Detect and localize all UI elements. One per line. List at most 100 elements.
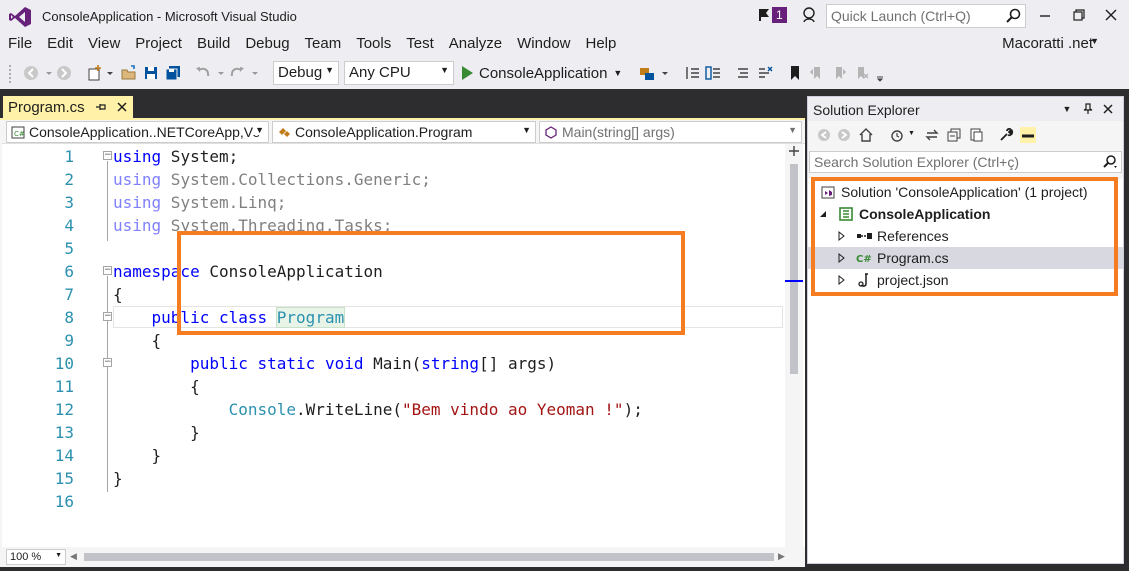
toolbar-options-icon[interactable] xyxy=(872,64,890,82)
navigate-forward-icon[interactable] xyxy=(55,64,73,82)
close-icon[interactable] xyxy=(116,101,128,113)
previous-bookmark-icon[interactable] xyxy=(808,64,826,82)
chevron-down-icon: ▼ xyxy=(55,552,62,559)
pin-icon[interactable] xyxy=(1082,103,1094,115)
feedback-icon[interactable] xyxy=(800,6,818,24)
chevron-down-icon[interactable]: ▼ xyxy=(908,130,915,137)
line-number: 15 xyxy=(54,469,74,488)
step-into-icon[interactable] xyxy=(684,64,702,82)
start-debugging-button[interactable]: ConsoleApplication ▼ xyxy=(462,61,622,85)
split-window-icon[interactable] xyxy=(789,146,799,156)
menu-project[interactable]: Project xyxy=(127,32,189,56)
notifications[interactable]: 1 xyxy=(758,5,787,25)
signed-in-user[interactable]: Macoratti .net xyxy=(1002,32,1093,56)
user-chevron-down-icon[interactable]: ▼ xyxy=(1090,36,1099,46)
code-line[interactable]: 2 using System.Collections.Generic; xyxy=(2,168,782,191)
project-navigation-select[interactable]: C# ConsoleApplication..NETCoreApp,Ve ▼ xyxy=(6,121,269,143)
close-icon[interactable] xyxy=(1100,4,1122,26)
menu-help[interactable]: Help xyxy=(578,32,624,56)
navigate-back-icon[interactable] xyxy=(22,64,40,82)
preview-selected-items-icon[interactable] xyxy=(1020,127,1036,143)
chevron-down-icon[interactable] xyxy=(101,64,119,82)
document-tab-well: Program.cs xyxy=(0,89,805,119)
notification-flag-icon xyxy=(759,9,769,21)
quick-launch-placeholder: Quick Launch (Ctrl+Q) xyxy=(831,8,971,24)
minimize-icon[interactable] xyxy=(1034,4,1056,26)
solution-platform-select[interactable]: Any CPU ▼ xyxy=(344,61,454,85)
chevron-down-icon[interactable] xyxy=(246,64,264,82)
code-line[interactable]: 12 Console.WriteLine("Bem vindo ao Yeoma… xyxy=(2,398,782,421)
line-number: 11 xyxy=(54,377,74,396)
code-text: { xyxy=(113,375,200,398)
comment-lines-icon[interactable] xyxy=(734,64,752,82)
vertical-scrollbar[interactable] xyxy=(785,144,803,547)
code-line[interactable]: 14 } xyxy=(2,444,782,467)
code-line[interactable]: 1 using System; xyxy=(2,145,782,168)
redo-icon[interactable] xyxy=(228,64,246,82)
code-line[interactable]: 16 xyxy=(2,490,782,513)
menu-build[interactable]: Build xyxy=(189,32,237,56)
line-number: 7 xyxy=(64,285,74,304)
menu-file[interactable]: File xyxy=(0,32,39,56)
save-all-icon[interactable] xyxy=(164,64,182,82)
close-icon[interactable] xyxy=(1102,103,1114,115)
save-icon[interactable] xyxy=(142,64,160,82)
zoom-select[interactable]: 100 % ▼ xyxy=(6,549,66,565)
code-line[interactable]: 13 } xyxy=(2,421,782,444)
toggle-breakpoints-icon[interactable] xyxy=(704,64,722,82)
vertical-scroll-thumb[interactable] xyxy=(790,164,798,374)
menu-debug[interactable]: Debug xyxy=(237,32,296,56)
menu-analyze[interactable]: Analyze xyxy=(441,32,509,56)
class-icon xyxy=(279,128,290,137)
member-navigation-select[interactable]: Main(string[] args) ▼ xyxy=(539,121,802,143)
clear-bookmarks-icon[interactable] xyxy=(852,64,870,82)
home-icon[interactable] xyxy=(858,127,874,143)
chevron-down-icon[interactable] xyxy=(656,64,674,82)
tab-program-cs[interactable]: Program.cs xyxy=(3,96,133,119)
code-text-area[interactable]: − − − − 1 using System; 2 using System.Coll… xyxy=(2,144,785,547)
type-navigation-select[interactable]: ConsoleApplication.Program ▼ xyxy=(272,121,536,143)
menu-team[interactable]: Team xyxy=(297,32,349,56)
quick-launch-input[interactable]: Quick Launch (Ctrl+Q) xyxy=(826,4,1026,28)
forward-icon[interactable] xyxy=(836,127,852,143)
code-text: } xyxy=(113,467,123,490)
solution-explorer-search-input[interactable]: Search Solution Explorer (Ctrl+ç) xyxy=(809,151,1122,173)
horizontal-scroll-thumb[interactable] xyxy=(84,553,774,561)
title-bar: ConsoleApplication - Microsoft Visual St… xyxy=(0,0,1129,32)
uncomment-lines-icon[interactable] xyxy=(756,64,774,82)
pending-changes-filter-icon[interactable] xyxy=(890,127,906,143)
code-line[interactable]: 3 using System.Linq; xyxy=(2,191,782,214)
toolbar-grip[interactable] xyxy=(8,64,12,84)
code-token: public xyxy=(190,354,248,373)
solution-configuration-select[interactable]: Debug ▼ xyxy=(273,61,339,85)
code-token: ); xyxy=(623,400,643,419)
tab-label: Program.cs xyxy=(8,99,85,116)
collapse-all-icon[interactable] xyxy=(946,127,962,143)
window-position-chevron-icon[interactable]: ▼ xyxy=(1061,103,1073,115)
show-all-files-icon[interactable] xyxy=(968,127,984,143)
code-text: } xyxy=(113,421,200,444)
properties-wrench-icon[interactable] xyxy=(998,127,1014,143)
pin-icon[interactable] xyxy=(95,101,107,113)
code-line[interactable]: 11 { xyxy=(2,375,782,398)
menu-edit[interactable]: Edit xyxy=(39,32,80,56)
menu-view[interactable]: View xyxy=(80,32,127,56)
scroll-right-icon[interactable]: ▶ xyxy=(778,551,785,562)
code-token: Console xyxy=(228,400,297,419)
menu-test[interactable]: Test xyxy=(398,32,441,56)
scroll-left-icon[interactable]: ◀ xyxy=(70,551,77,562)
browser-link-icon[interactable] xyxy=(638,64,656,82)
back-icon[interactable] xyxy=(816,127,832,143)
menu-window[interactable]: Window xyxy=(509,32,577,56)
navigation-bar: C# ConsoleApplication..NETCoreApp,Ve ▼ C… xyxy=(2,120,805,144)
menu-tools[interactable]: Tools xyxy=(348,32,398,56)
next-bookmark-icon[interactable] xyxy=(830,64,848,82)
sync-with-active-document-icon[interactable] xyxy=(924,127,940,143)
code-line[interactable]: 10 public static void Main(string[] args… xyxy=(2,352,782,375)
undo-icon[interactable] xyxy=(194,64,212,82)
code-token: using xyxy=(113,147,162,166)
bookmark-icon[interactable] xyxy=(786,64,804,82)
code-line[interactable]: 15} xyxy=(2,467,782,490)
open-file-icon[interactable] xyxy=(120,64,138,82)
restore-icon[interactable] xyxy=(1068,4,1090,26)
